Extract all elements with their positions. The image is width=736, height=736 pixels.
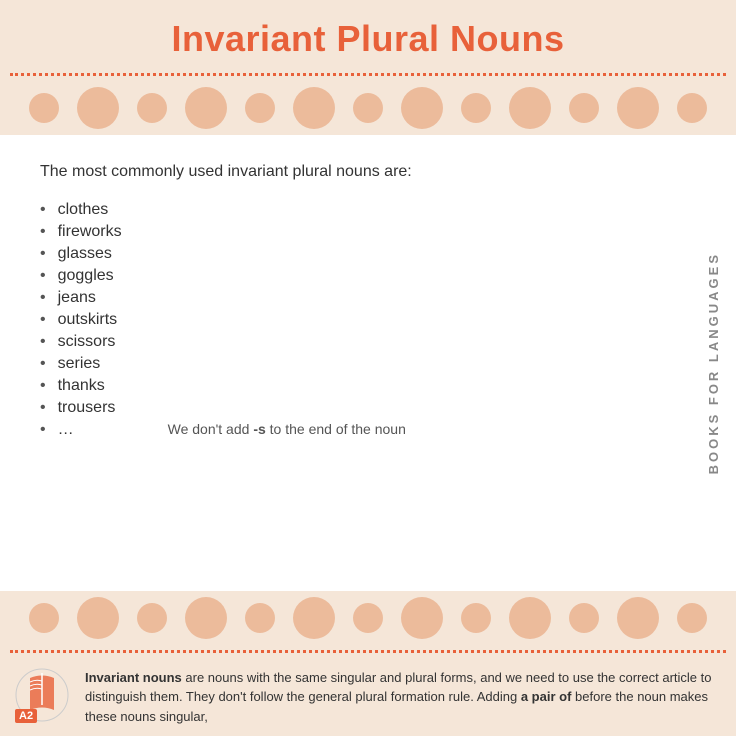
circle-decoration	[509, 87, 551, 129]
circle-decoration	[569, 93, 599, 123]
circle-decoration	[137, 603, 167, 633]
page: Invariant Plural Nouns The most commonly…	[0, 0, 736, 736]
list-item: clothes	[40, 199, 676, 221]
list-item: series	[40, 353, 676, 375]
list-item: thanks	[40, 375, 676, 397]
main-content: The most commonly used invariant plural …	[0, 135, 736, 591]
list-item: goggles	[40, 265, 676, 287]
circle-decoration	[461, 93, 491, 123]
circle-decoration	[245, 93, 275, 123]
footer-description: Invariant nouns are nouns with the same …	[85, 668, 721, 727]
side-label-container: BOOKS FOR LANGUAGES	[698, 135, 728, 591]
circle-decoration	[461, 603, 491, 633]
circle-decoration	[401, 87, 443, 129]
circle-decoration	[185, 87, 227, 129]
circle-decoration	[77, 87, 119, 129]
list-item-last: … We don't add -s to the end of the noun	[40, 419, 676, 441]
circle-decoration	[401, 597, 443, 639]
circle-decoration	[77, 597, 119, 639]
circle-decoration	[353, 603, 383, 633]
header: Invariant Plural Nouns	[0, 0, 736, 68]
circle-decoration	[509, 597, 551, 639]
circle-decoration	[617, 87, 659, 129]
circle-decoration	[677, 603, 707, 633]
circle-decoration	[617, 597, 659, 639]
content-area: The most commonly used invariant plural …	[40, 160, 706, 571]
circle-decoration	[353, 93, 383, 123]
circle-decoration	[29, 603, 59, 633]
footer-icon-container: A2	[15, 668, 70, 723]
circle-decoration	[137, 93, 167, 123]
list-item: fireworks	[40, 221, 676, 243]
noun-list: clothes fireworks glasses goggles jeans …	[40, 199, 676, 441]
circle-decoration	[569, 603, 599, 633]
circle-decoration	[185, 597, 227, 639]
top-circles-row	[0, 80, 736, 135]
page-title: Invariant Plural Nouns	[0, 18, 736, 60]
circle-decoration	[245, 603, 275, 633]
circle-decoration	[677, 93, 707, 123]
footer: A2 Invariant nouns are nouns with the sa…	[0, 658, 736, 736]
side-label: BOOKS FOR LANGUAGES	[706, 252, 721, 474]
list-item: outskirts	[40, 309, 676, 331]
note-text: We don't add -s to the end of the noun	[168, 421, 406, 437]
circle-decoration	[293, 597, 335, 639]
list-item: glasses	[40, 243, 676, 265]
list-item: trousers	[40, 397, 676, 419]
circle-decoration	[293, 87, 335, 129]
bottom-dotted-line	[0, 646, 736, 658]
top-dotted-line	[0, 68, 736, 80]
intro-paragraph: The most commonly used invariant plural …	[40, 160, 676, 184]
list-item: jeans	[40, 287, 676, 309]
circle-decoration	[29, 93, 59, 123]
level-badge: A2	[15, 709, 37, 723]
list-item: scissors	[40, 331, 676, 353]
bottom-circles-row	[0, 591, 736, 646]
